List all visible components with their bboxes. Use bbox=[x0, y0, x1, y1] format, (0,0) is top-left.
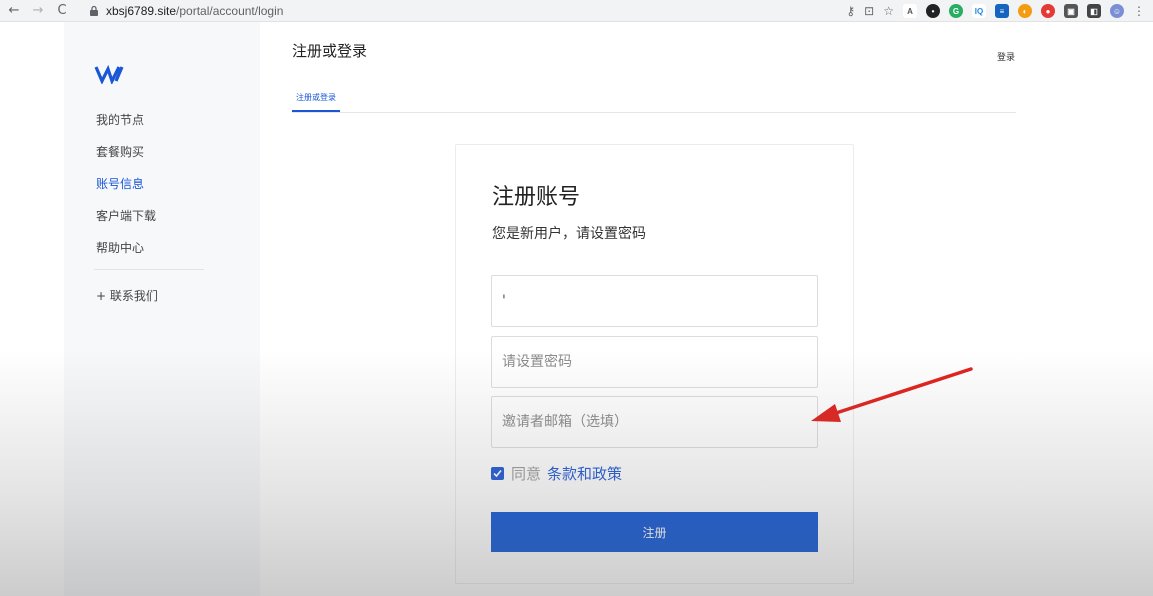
page-title: 注册或登录 bbox=[292, 42, 368, 60]
extension-icon[interactable]: A bbox=[903, 4, 917, 18]
url-path: /portal/account/login bbox=[176, 3, 284, 18]
sidebar: 我的节点 套餐购买 账号信息 客户端下载 帮助中心 + 联系我们 bbox=[64, 22, 260, 596]
browser-toolbar: ← → C xbsj6789.site /portal/account/logi… bbox=[0, 0, 1153, 22]
extension-icon[interactable]: IQ bbox=[972, 4, 986, 18]
tab-register-or-login[interactable]: 注册或登录 bbox=[292, 88, 340, 112]
brand-logo-icon[interactable] bbox=[94, 64, 128, 84]
login-link[interactable]: 登录 bbox=[997, 50, 1015, 63]
tab-divider bbox=[292, 112, 1016, 113]
extension-icon[interactable]: ◧ bbox=[1087, 4, 1101, 18]
agree-checkbox[interactable] bbox=[491, 467, 504, 480]
profile-avatar[interactable]: ☺ bbox=[1110, 4, 1124, 18]
lock-icon bbox=[90, 5, 98, 16]
terms-agreement: 同意 条款和政策 bbox=[491, 463, 622, 484]
extension-icon[interactable]: G bbox=[949, 4, 963, 18]
sidebar-item-plans[interactable]: 套餐购买 bbox=[96, 143, 144, 160]
account-field[interactable] bbox=[491, 275, 818, 327]
url-host: xbsj6789.site bbox=[106, 3, 177, 18]
register-title: 注册账号 bbox=[492, 185, 581, 210]
register-subtitle: 您是新用户，请设置密码 bbox=[492, 226, 646, 242]
star-icon[interactable]: ☆ bbox=[883, 4, 894, 18]
extension-icon[interactable]: ◐ bbox=[1018, 4, 1032, 18]
extension-icons: ⚷ ⊡ ☆ A • G IQ ≡ ◐ ● ▣ ◧ ☺ ⋮ bbox=[846, 2, 1145, 20]
sidebar-item-my-nodes[interactable]: 我的节点 bbox=[96, 111, 144, 128]
extension-icon[interactable]: ● bbox=[1041, 4, 1055, 18]
sidebar-item-help-center[interactable]: 帮助中心 bbox=[96, 239, 144, 256]
extension-icon[interactable]: • bbox=[926, 4, 940, 18]
check-icon bbox=[493, 469, 502, 478]
more-menu-icon[interactable]: ⋮ bbox=[1133, 4, 1145, 18]
register-button[interactable]: 注册 bbox=[491, 512, 818, 552]
translate-icon[interactable]: ⊡ bbox=[864, 4, 874, 18]
password-field[interactable] bbox=[491, 336, 818, 388]
register-card: 注册账号 您是新用户，请设置密码 同意 条款和政策 注册 bbox=[455, 144, 854, 584]
sidebar-divider bbox=[94, 269, 204, 270]
sidebar-item-client-download[interactable]: 客户端下载 bbox=[96, 207, 156, 224]
back-icon[interactable]: ← bbox=[4, 1, 24, 21]
extension-icon[interactable]: ≡ bbox=[995, 4, 1009, 18]
reload-icon[interactable]: C bbox=[52, 1, 72, 21]
address-bar[interactable]: xbsj6789.site /portal/account/login bbox=[88, 2, 283, 20]
sidebar-item-contact-us[interactable]: + 联系我们 bbox=[96, 287, 158, 304]
agree-label: 同意 bbox=[511, 465, 542, 483]
forward-icon[interactable]: → bbox=[28, 1, 48, 21]
sidebar-item-account-info[interactable]: 账号信息 bbox=[96, 175, 144, 192]
inviter-email-field[interactable] bbox=[491, 396, 818, 448]
extension-icon[interactable]: ▣ bbox=[1064, 4, 1078, 18]
terms-policy-link[interactable]: 条款和政策 bbox=[547, 463, 622, 484]
key-icon[interactable]: ⚷ bbox=[846, 4, 855, 18]
